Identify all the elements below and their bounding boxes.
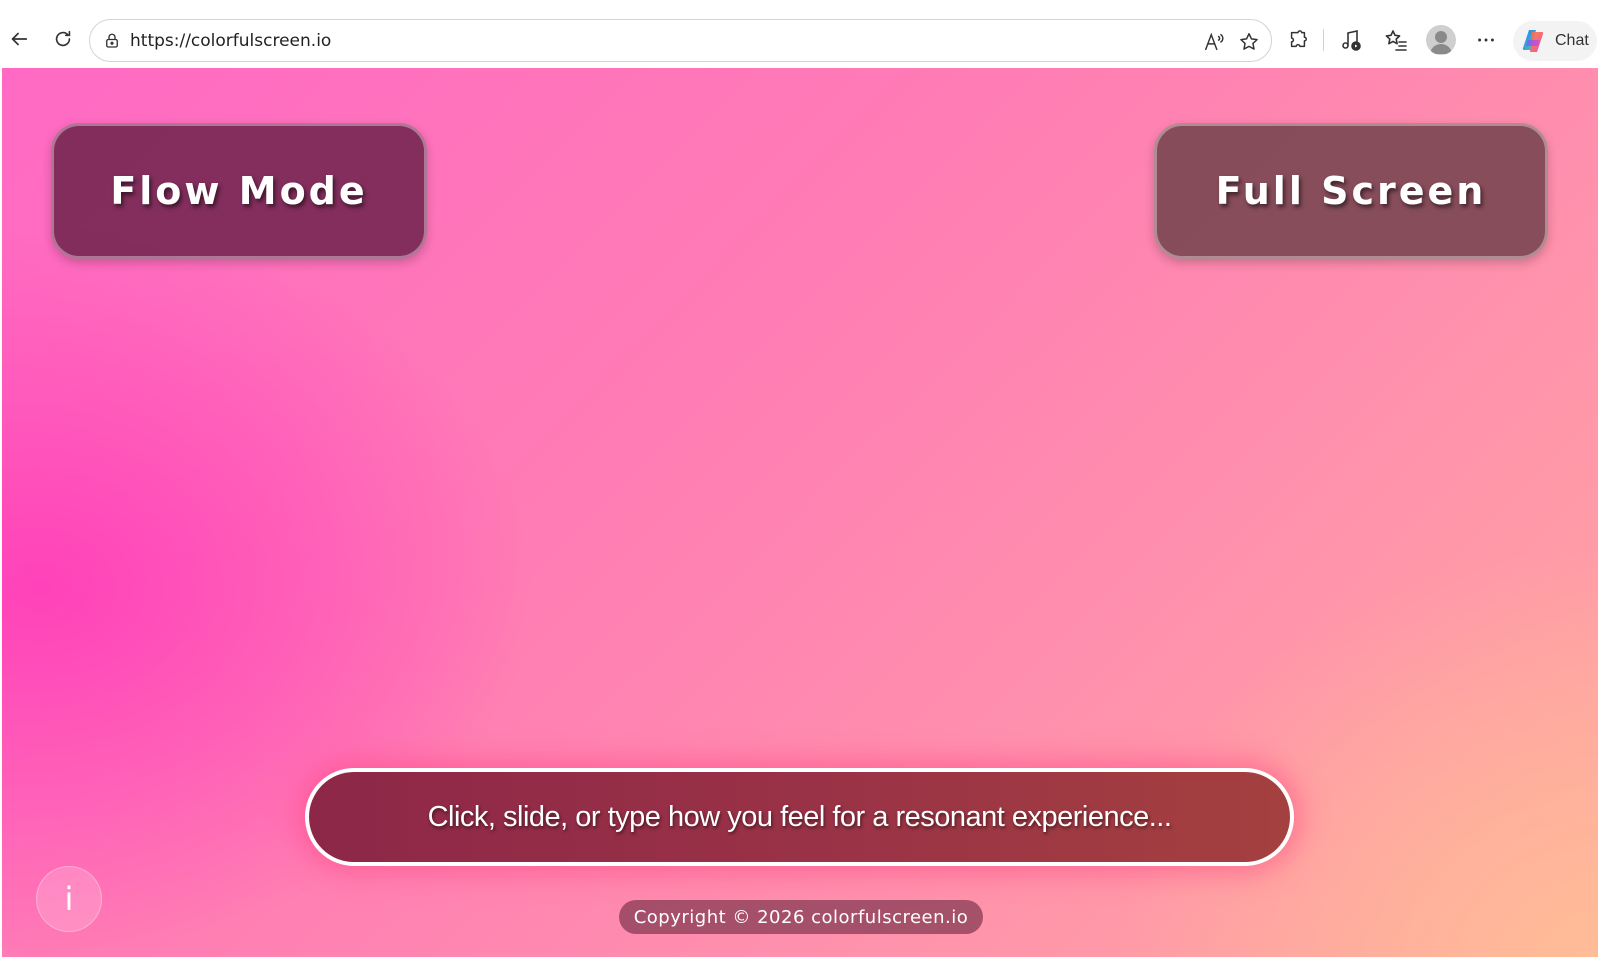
lock-icon[interactable] bbox=[102, 31, 122, 51]
chat-label: Chat bbox=[1555, 32, 1589, 49]
info-icon: i bbox=[64, 880, 74, 918]
flow-mode-button[interactable]: Flow Mode bbox=[51, 123, 427, 259]
read-aloud-icon[interactable] bbox=[1201, 29, 1227, 55]
star-icon[interactable] bbox=[1236, 29, 1262, 55]
full-screen-button[interactable]: Full Screen bbox=[1154, 123, 1548, 259]
copilot-chat-button[interactable]: Chat bbox=[1513, 21, 1597, 61]
back-arrow-icon[interactable] bbox=[2, 22, 36, 56]
flow-mode-label: Flow Mode bbox=[110, 169, 368, 213]
info-button[interactable]: i bbox=[36, 866, 102, 932]
copilot-icon bbox=[1522, 30, 1544, 52]
extensions-icon[interactable] bbox=[1283, 25, 1313, 55]
media-control-icon[interactable] bbox=[1336, 25, 1366, 55]
mood-input[interactable]: Click, slide, or type how you feel for a… bbox=[305, 768, 1294, 866]
mood-input-placeholder: Click, slide, or type how you feel for a… bbox=[427, 800, 1172, 833]
more-icon[interactable] bbox=[1471, 25, 1501, 55]
profile-avatar[interactable] bbox=[1426, 25, 1456, 55]
favorites-icon[interactable] bbox=[1381, 25, 1411, 55]
copyright-badge: Copyright © 2026 colorfulscreen.io bbox=[619, 900, 983, 934]
browser-toolbar: https://colorfulscreen.io Chat bbox=[0, 0, 1600, 68]
refresh-icon[interactable] bbox=[46, 22, 80, 56]
full-screen-label: Full Screen bbox=[1215, 169, 1487, 213]
page-viewport[interactable]: Flow Mode Full Screen Click, slide, or t… bbox=[2, 68, 1598, 957]
toolbar-separator bbox=[1323, 29, 1324, 51]
url-text[interactable]: https://colorfulscreen.io bbox=[130, 31, 331, 51]
address-bar[interactable]: https://colorfulscreen.io bbox=[89, 19, 1272, 62]
copyright-text: Copyright © 2026 colorfulscreen.io bbox=[633, 906, 969, 928]
